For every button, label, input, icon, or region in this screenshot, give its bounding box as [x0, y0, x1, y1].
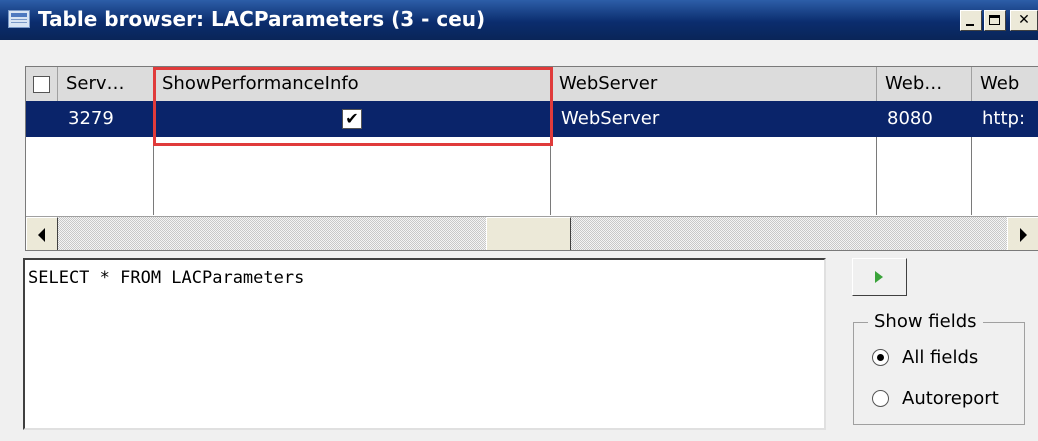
- window-title: Table browser: LACParameters (3 - ceu): [38, 7, 486, 31]
- scroll-right-button[interactable]: [1007, 217, 1038, 250]
- table-row[interactable]: 3279 ✔ WebServer 8080 http:: [26, 101, 1038, 137]
- cell-webserver[interactable]: WebServer: [551, 101, 877, 137]
- scroll-left-button[interactable]: [26, 217, 58, 250]
- select-all-cell: [26, 67, 58, 101]
- horizontal-scrollbar[interactable]: [26, 216, 1038, 250]
- radio-all-fields-button[interactable]: [872, 349, 889, 366]
- arrow-left-icon: [38, 228, 45, 242]
- radio-autoreport-button[interactable]: [872, 390, 889, 407]
- scrollbar-thumb[interactable]: [486, 217, 571, 250]
- column-divider: [550, 137, 551, 215]
- cell-show-performance-info[interactable]: ✔: [154, 101, 551, 137]
- cell-web-port[interactable]: 8080: [877, 101, 972, 137]
- show-performance-checkbox[interactable]: ✔: [342, 109, 362, 129]
- grid-header: Serv… ShowPerformanceInfo WebServer Web……: [26, 67, 1038, 102]
- title-bar: Table browser: LACParameters (3 - ceu) ✕: [0, 0, 1038, 40]
- run-query-button[interactable]: [852, 258, 907, 296]
- checkmark-icon: ✔: [345, 109, 359, 128]
- column-divider: [153, 137, 154, 215]
- records-grid: Serv… ShowPerformanceInfo WebServer Web……: [25, 66, 1038, 251]
- close-button[interactable]: ✕: [1010, 10, 1038, 31]
- run-icon: [875, 271, 883, 283]
- radio-all-fields-label: All fields: [902, 347, 979, 368]
- column-header-show-performance-info[interactable]: ShowPerformanceInfo: [154, 67, 551, 101]
- show-fields-legend: Show fields: [868, 310, 983, 334]
- radio-autoreport-label: Autoreport: [902, 388, 999, 409]
- column-divider: [971, 137, 972, 215]
- column-header-server[interactable]: Serv…: [58, 67, 154, 101]
- arrow-right-icon: [1020, 228, 1027, 242]
- close-icon: ✕: [1018, 12, 1030, 28]
- table-browser-icon: [8, 10, 30, 28]
- column-divider: [876, 137, 877, 215]
- column-header-webserver[interactable]: WebServer: [551, 67, 877, 101]
- column-header-web-port[interactable]: Web…: [877, 67, 972, 101]
- maximize-button[interactable]: [984, 10, 1006, 31]
- column-header-web-url[interactable]: Web: [972, 67, 1038, 101]
- select-all-checkbox[interactable]: [33, 76, 50, 93]
- cell-web-url[interactable]: http:: [972, 101, 1038, 137]
- query-editor[interactable]: SELECT * FROM LACParameters: [23, 258, 826, 430]
- cell-server[interactable]: 3279: [58, 101, 154, 137]
- minimize-button[interactable]: [960, 10, 982, 31]
